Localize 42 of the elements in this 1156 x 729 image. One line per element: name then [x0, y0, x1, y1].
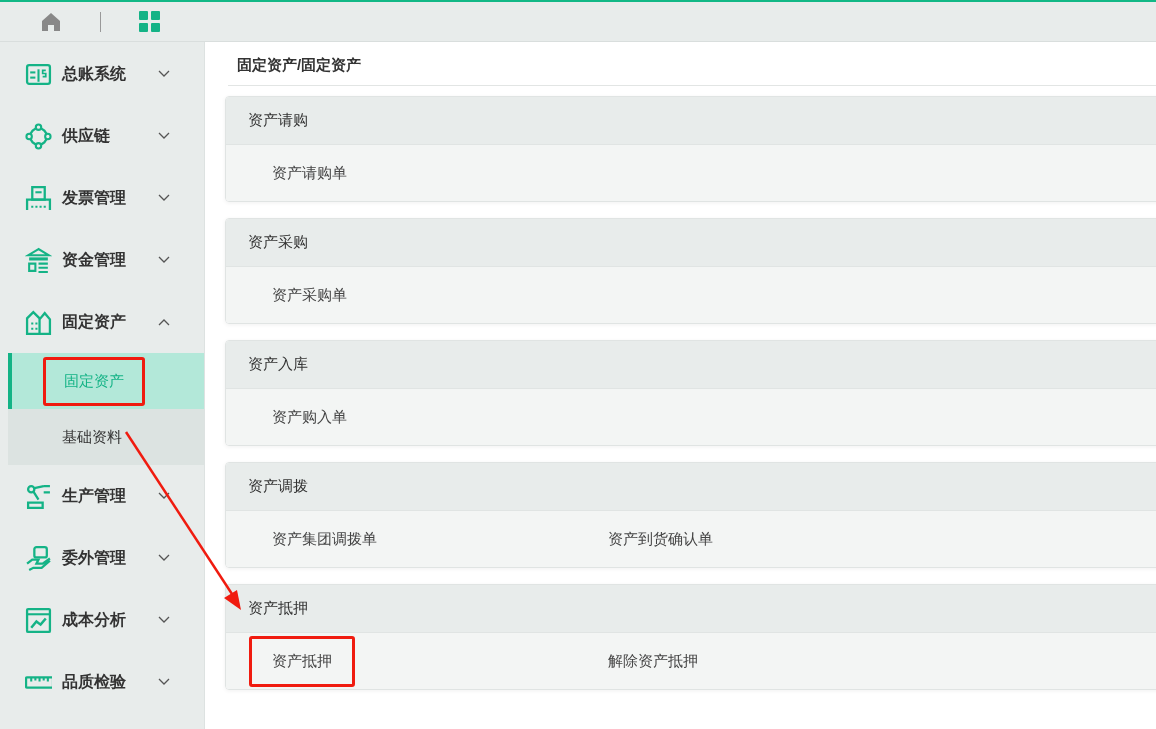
sidebar-item[interactable]: 委外管理	[62, 547, 152, 569]
chevron-icon[interactable]	[158, 554, 170, 562]
home-icon[interactable]	[41, 11, 61, 32]
section-title: 资产请购	[248, 111, 308, 130]
ring-nodes-icon	[25, 122, 52, 150]
chevron-icon[interactable]	[158, 256, 170, 264]
chevron-icon[interactable]	[158, 318, 170, 326]
sidebar-item[interactable]: 供应链	[62, 125, 152, 147]
chevron-icon[interactable]	[158, 678, 170, 686]
section-title: 资产入库	[248, 355, 308, 374]
sidebar-item[interactable]: 生产管理	[62, 485, 152, 507]
highlighted-label: 固定资产	[43, 356, 145, 406]
building-icon	[25, 308, 52, 336]
sidebar-item[interactable]: 发票管理	[62, 187, 152, 209]
breadcrumb: 固定资产/固定资产	[228, 42, 1156, 86]
line-chart-icon	[25, 606, 52, 634]
sidebar-item[interactable]: 固定资产	[62, 311, 152, 333]
sidebar-item[interactable]: 品质检验	[62, 671, 152, 693]
menu-link[interactable]: 资产抵押	[249, 635, 355, 687]
section-title: 资产抵押	[248, 599, 308, 618]
chevron-icon[interactable]	[158, 132, 170, 140]
menu-link[interactable]: 资产到货确认单	[608, 529, 713, 549]
section-title: 资产调拨	[248, 477, 308, 496]
subitem-label: 基础资料	[62, 427, 122, 447]
sidebar-item[interactable]: 成本分析	[62, 609, 152, 631]
menu-link[interactable]: 解除资产抵押	[608, 651, 698, 671]
sidebar-subitem[interactable]: 基础资料	[8, 409, 204, 465]
chevron-icon[interactable]	[158, 616, 170, 624]
menu-link[interactable]: 资产集团调拨单	[272, 529, 377, 549]
robot-arm-icon	[25, 482, 52, 510]
sidebar-item[interactable]: 总账系统	[62, 63, 152, 85]
receipt-icon	[25, 184, 52, 212]
sidebar-item[interactable]: 资金管理	[62, 249, 152, 271]
section-title: 资产采购	[248, 233, 308, 252]
chevron-icon[interactable]	[158, 492, 170, 500]
menu-link[interactable]: 资产请购单	[272, 163, 347, 183]
chevron-icon[interactable]	[158, 194, 170, 202]
bank-icon	[25, 246, 52, 274]
chevron-icon[interactable]	[158, 70, 170, 78]
hand-box-icon	[25, 544, 52, 572]
menu-link[interactable]: 资产购入单	[272, 407, 347, 427]
menu-link[interactable]: 资产采购单	[272, 285, 347, 305]
